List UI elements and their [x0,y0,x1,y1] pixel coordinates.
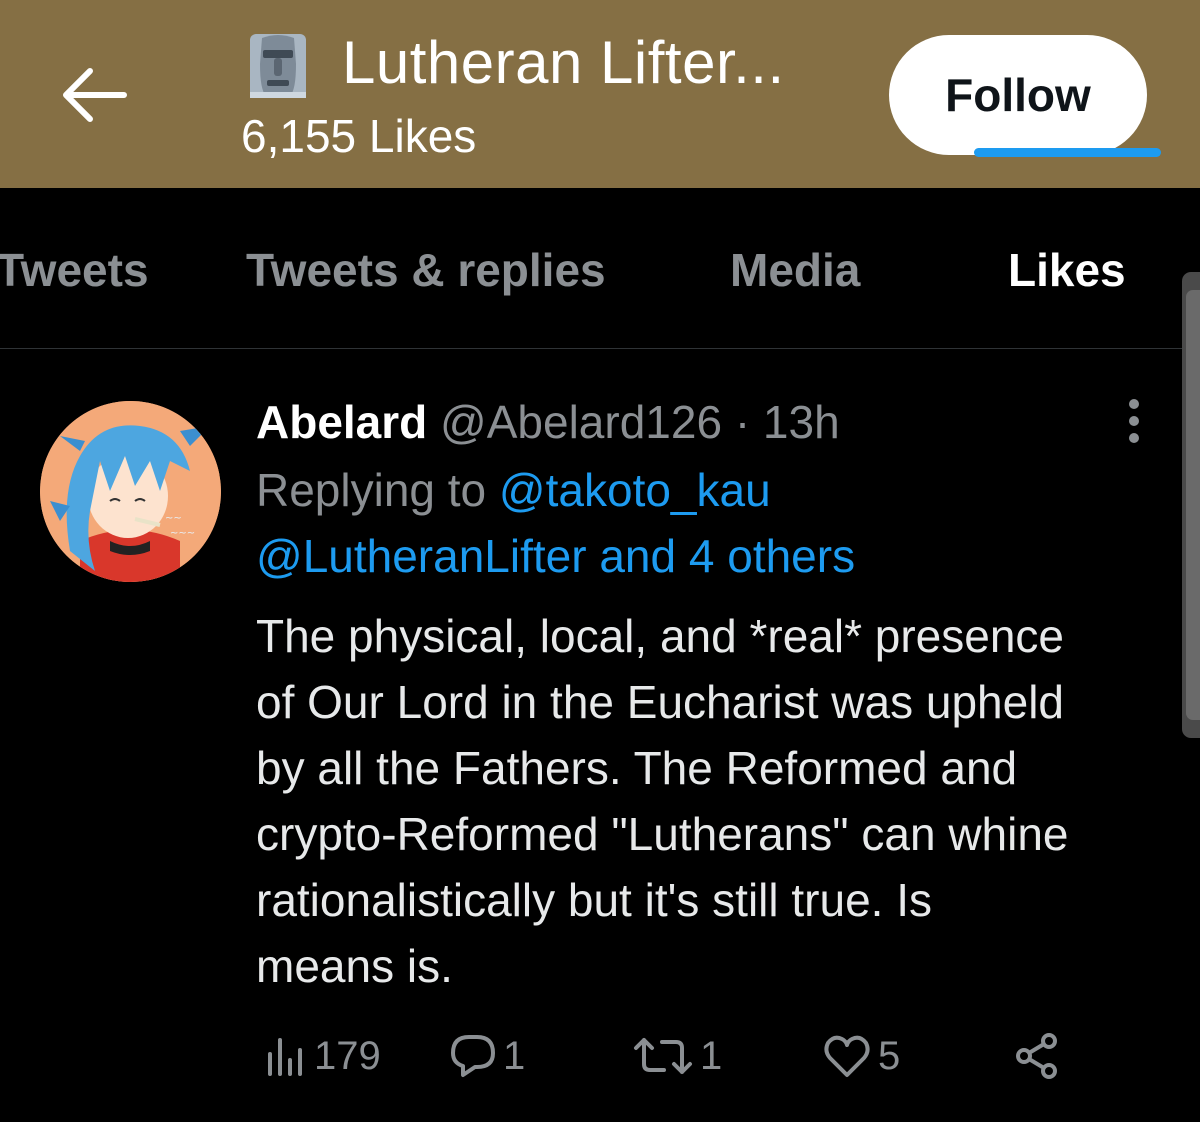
scrollbar-thumb[interactable] [1186,290,1200,720]
retweet-icon [634,1038,692,1074]
profile-screen: Lutheran Lifter... 6,155 Likes Follow Tw… [0,0,1200,1122]
views-count: 179 [314,1033,381,1078]
tweet-text: The physical, local, and *real* presence… [256,603,1176,999]
moai-icon [250,34,306,98]
mention-link[interactable]: @takoto_kau [499,464,771,516]
tab-media[interactable]: Media [730,240,860,300]
tweet-header: Abelard @Abelard126 · 13h [256,393,840,451]
likes-count: 6,155 Likes [241,110,477,162]
retweet-count: 1 [700,1033,723,1078]
svg-text:~~: ~~ [165,513,182,524]
tweet-handle-time[interactable]: @Abelard126 · 13h [440,396,840,448]
share-icon [1016,1033,1057,1079]
back-button[interactable] [56,62,132,128]
reply-icon [451,1035,495,1077]
tab-tweets[interactable]: Tweets [0,240,149,300]
mention-others-link[interactable]: @LutheranLifter and 4 others [256,530,855,582]
tweet-text-line: of Our Lord in the Eucharist was upheld [256,676,1065,728]
share-button[interactable] [1012,1026,1062,1086]
tweet-author-name[interactable]: Abelard [256,396,427,448]
more-options-icon[interactable] [1116,396,1152,446]
follow-button[interactable]: Follow [889,35,1147,155]
replying-to-label: Replying to [256,464,487,516]
avatar-image: ~~ ~~~ [40,401,221,582]
profile-title: Lutheran Lifter... [342,29,785,96]
tab-tweets-replies[interactable]: Tweets & replies [246,240,606,300]
retweet-button[interactable]: 1 [632,1026,722,1086]
heart-icon [824,1035,870,1077]
tweet-text-line: crypto-Reformed "Lutherans" can whine [256,808,1069,860]
views-icon [268,1038,302,1076]
tweet-text-line: means is. [256,940,453,992]
views-button[interactable]: 179 [264,1026,381,1086]
profile-header: Lutheran Lifter... 6,155 Likes Follow [0,0,1200,188]
active-tab-indicator [974,148,1161,157]
svg-text:~~~: ~~~ [170,528,195,539]
reply-button[interactable]: 1 [449,1026,525,1086]
like-button[interactable]: 5 [822,1026,900,1086]
tab-likes[interactable]: Likes [1008,240,1126,300]
avatar[interactable]: ~~ ~~~ [40,401,221,582]
replying-to-line-2: @LutheranLifter and 4 others [256,527,855,585]
profile-tabs: Tweets Tweets & replies Media Likes [0,188,1200,348]
tweet-text-line: by all the Fathers. The Reformed and [256,742,1018,794]
tweet-text-line: rationalistically but it's still true. I… [256,874,933,926]
like-count: 5 [878,1033,901,1078]
tweet-text-line: The physical, local, and *real* presence [256,610,1065,662]
back-arrow-icon [63,68,127,122]
replying-to-line-1: Replying to @takoto_kau [256,461,771,519]
tabs-divider [0,348,1200,349]
reply-count: 1 [503,1033,526,1078]
